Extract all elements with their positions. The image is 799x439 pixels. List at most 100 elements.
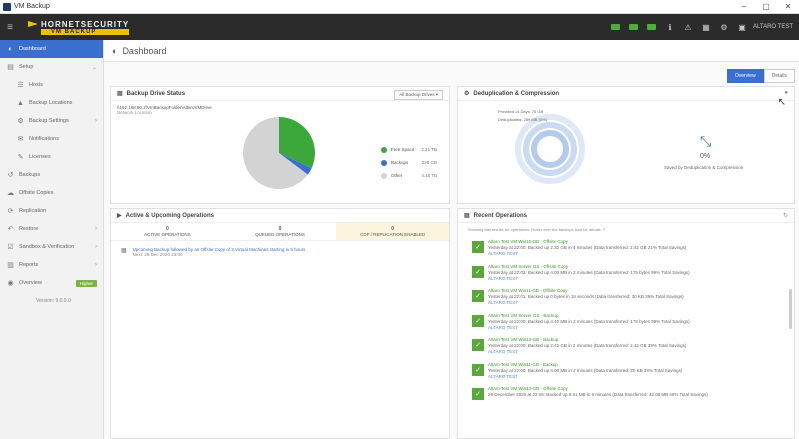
backups-icon: ↺ xyxy=(7,172,14,179)
list-item[interactable]: ✓ Altaro Test VM Server GS - Backup Yester… xyxy=(472,313,782,338)
list-item[interactable]: ✓ Altaro Test VM Win10-GB - Backup Yesterd… xyxy=(472,337,782,362)
sidebar-item-notifications[interactable]: ✉ Notifications xyxy=(0,130,103,148)
licenses-icon: ✎ xyxy=(17,154,24,161)
sidebar-item-backups[interactable]: ↺ Backups xyxy=(0,166,103,184)
grid-icon[interactable]: ▦ xyxy=(697,14,715,40)
legend-item: Backups 228 GB xyxy=(381,156,437,169)
dashboard-icon: ◐ xyxy=(8,45,13,53)
hornet-logo-icon xyxy=(28,21,38,27)
operation-count: 0 ACTIVE OPERATIONS xyxy=(111,223,224,240)
minimize-button[interactable]: – xyxy=(733,2,755,11)
check-icon: ✓ xyxy=(472,265,484,278)
brand-logo: HORNETSECURITY VM BACKUP xyxy=(28,17,130,37)
list-item[interactable]: ✓ Altaro Test VM Server GS - Offsite Copy… xyxy=(472,264,782,289)
sidebar-item-dashboard[interactable]: ◐ Dashboard xyxy=(0,40,103,58)
sidebar-item-label: Offsite Copies xyxy=(19,190,54,196)
warning-icon[interactable]: ⚠ xyxy=(679,14,697,40)
chevron-icon: › xyxy=(95,262,97,268)
upcoming-operation[interactable]: ▦ Upcoming Backup followed by an Offsite… xyxy=(121,247,305,257)
sidebar-item-backup-locations[interactable]: ▲ Backup Locations xyxy=(0,94,103,112)
recent-operations-info-text: Showing last results for operations. Hov… xyxy=(468,227,602,232)
user-name[interactable]: ALTARO TEST xyxy=(751,24,799,30)
app-icon xyxy=(3,2,11,11)
refresh-icon[interactable]: ↻ xyxy=(783,212,788,219)
sidebar-item-label: Backup Settings xyxy=(29,118,69,124)
calendar-icon: ▦ xyxy=(121,248,127,254)
chat-icon[interactable] xyxy=(607,14,625,40)
list-item[interactable]: ✓ Altaro Test VM Win10-GB - Offsite Copy 2… xyxy=(472,386,782,411)
sidebar-item-hosts[interactable]: ☰ Hosts xyxy=(0,76,103,94)
legend-value: 4.48 TB xyxy=(421,173,437,178)
legend-swatch xyxy=(381,159,387,166)
legend-value: 228 GB xyxy=(421,160,437,165)
ring-inner xyxy=(531,130,569,168)
legend-item: Free Space 2.21 TB xyxy=(381,143,437,156)
tab-details[interactable]: Details xyxy=(763,69,795,83)
info-icon[interactable]: ℹ xyxy=(661,14,679,40)
list-item[interactable]: ✓ Altaro Test VM Win11-GB - Offsite Copy Y… xyxy=(472,288,782,313)
sidebar-item-backup-settings[interactable]: ⚙ Backup Settings › xyxy=(0,112,103,130)
page-title: Dashboard xyxy=(122,45,167,56)
active-operations-panel: ▶ Active & Upcoming Operations 0 ACTIVE OP… xyxy=(110,208,450,439)
ring-label-provided: Provided 14 Days: 75 GB xyxy=(498,109,544,114)
operation-counts: 0 ACTIVE OPERATIONS 0 QUEUED OPERATIONS 0 CDP… xyxy=(111,223,450,241)
sidebar-item-overview[interactable]: ◉ Overview Higher xyxy=(0,274,103,292)
sandbox-icon: ☑ xyxy=(7,244,14,251)
hosts-icon: ☰ xyxy=(17,82,24,89)
status-badge: Higher xyxy=(75,279,97,287)
list-item[interactable]: ✓ Altaro Test VM Win10-GB - Offsite Copy Y… xyxy=(472,239,782,264)
maximize-button[interactable]: ▢ xyxy=(755,2,777,11)
dedup-compression-panel: ⚙ Deduplication & Compression ● Provided … xyxy=(457,86,795,204)
backup-location-type: Network Location xyxy=(117,110,152,115)
operation-host: ALTARO TEST xyxy=(488,275,519,281)
operation-detail: Yesterday at 22:00: Backed up 4.00 MB in… xyxy=(488,367,683,373)
overview-icon: ◉ xyxy=(7,280,14,287)
scrollbar[interactable] xyxy=(789,289,792,329)
play-icon: ▶ xyxy=(117,213,122,219)
chevron-icon: › xyxy=(95,244,97,250)
panel-title: Recent Operations xyxy=(473,212,528,219)
server-icon[interactable]: ▣ xyxy=(733,14,751,40)
sidebar-item-licenses[interactable]: ✎ Licenses xyxy=(0,148,103,166)
tab-overview[interactable]: Overview xyxy=(726,69,764,83)
count-label: QUEUED OPERATIONS xyxy=(255,232,305,237)
sidebar-item-label: Reports xyxy=(19,262,39,268)
menu-toggle-icon[interactable]: ≡ xyxy=(0,22,20,33)
sidebar-item-sandbox[interactable]: ☑ Sandbox & Verification › xyxy=(0,238,103,256)
operation-detail: Yesterday at 22:02: Backed up 4.00 MB in… xyxy=(488,269,690,275)
operation-count: 0 CDP / REPLICATION ENABLED xyxy=(336,223,450,240)
alerts-ok-icon[interactable] xyxy=(643,14,661,40)
sidebar-item-offsite-copies[interactable]: ☁ Offsite Copies xyxy=(0,184,103,202)
dedup-percent: 0% xyxy=(700,153,711,160)
backup-location: \\192.168.80.2\VmBackupFolder\AltaroVMDr… xyxy=(117,105,212,115)
status-ok-icon[interactable] xyxy=(625,14,643,40)
ring-label-dedup: Deduplicated: 289 MB (0%) xyxy=(498,117,547,122)
upcoming-operation-time: Next: 29 Dec 2020 23:00 xyxy=(132,252,183,257)
count-label: CDP / REPLICATION ENABLED xyxy=(360,232,426,237)
backup-drive-status-panel: ▤ Backup Drive Status All Backup Drives ▾… xyxy=(110,86,450,204)
sidebar-item-restore[interactable]: ↶ Restore › xyxy=(0,220,103,238)
panel-title: Deduplication & Compression xyxy=(473,90,560,97)
recent-operations-list: ✓ Altaro Test VM Win10-GB - Offsite Copy Y… xyxy=(472,239,782,411)
operation-host: ALTARO TEST xyxy=(488,300,519,305)
count-label: ACTIVE OPERATIONS xyxy=(143,232,191,237)
sidebar-item-setup[interactable]: ▤ Setup ⌄ xyxy=(0,58,103,76)
chevron-icon: › xyxy=(95,226,97,232)
sidebar-item-label: Replication xyxy=(19,208,47,214)
product-name: VM BACKUP xyxy=(41,28,130,35)
sidebar-item-replication[interactable]: ⟳ Replication xyxy=(0,202,103,220)
window-title: VM Backup xyxy=(14,3,50,10)
main-content: ◐ Dashboard Overview Details ▤ Backup Dri… xyxy=(104,40,799,439)
settings-icon[interactable]: ⚙ xyxy=(715,14,733,40)
sidebar-item-label: Overview xyxy=(19,280,42,286)
list-item[interactable]: ✓ Altaro Test VM Win11-GB - Backup Yesterd… xyxy=(472,362,782,387)
sidebar-item-label: Notifications xyxy=(29,136,59,142)
help-icon[interactable]: ? xyxy=(603,227,605,232)
legend-label: Backups xyxy=(391,160,409,165)
window-titlebar: VM Backup – ▢ ✕ xyxy=(0,0,799,14)
operation-count: 0 QUEUED OPERATIONS xyxy=(224,223,337,240)
sidebar-item-reports[interactable]: ▥ Reports › xyxy=(0,256,103,274)
close-button[interactable]: ✕ xyxy=(777,2,799,11)
backup-drive-select[interactable]: All Backup Drives ▾ xyxy=(394,90,443,100)
sidebar-item-label: Backup Locations xyxy=(29,100,73,106)
